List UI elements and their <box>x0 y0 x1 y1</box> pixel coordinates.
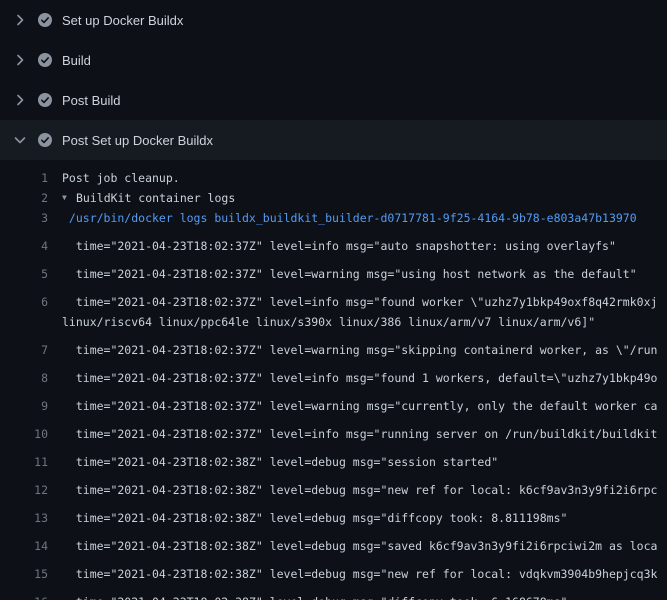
log-line: 3 ▼ /usr/bin/docker logs buildx_buildkit… <box>0 208 667 228</box>
step-title: Post Build <box>62 93 121 108</box>
check-circle-icon <box>37 92 53 108</box>
log-line: 6 ▼ time="2021-04-23T18:02:37Z" level=in… <box>0 284 667 312</box>
log-line: 7 ▼ time="2021-04-23T18:02:37Z" level=wa… <box>0 332 667 360</box>
step-section-header[interactable]: Post Build <box>0 80 667 120</box>
log-line: 14 ▼ time="2021-04-23T18:02:38Z" level=d… <box>0 528 667 556</box>
log-text: time="2021-04-23T18:02:37Z" level=info m… <box>62 424 667 444</box>
line-number[interactable]: 1 <box>0 168 48 188</box>
line-number[interactable]: 8 <box>0 368 48 388</box>
log-line: 10 ▼ time="2021-04-23T18:02:37Z" level=i… <box>0 416 667 444</box>
log-text: /usr/bin/docker logs buildx_buildkit_bui… <box>62 208 667 228</box>
line-number[interactable]: 6 <box>0 292 48 312</box>
log-text: time="2021-04-23T18:02:38Z" level=debug … <box>62 508 667 528</box>
log-text: time="2021-04-23T18:02:37Z" level=info m… <box>62 292 667 312</box>
line-number[interactable]: 2 <box>0 188 48 208</box>
step-list: Set up Docker Buildx Build <box>0 0 667 160</box>
log-text: time="2021-04-23T18:02:37Z" level=info m… <box>62 236 667 256</box>
log-container[interactable]: 1 ▼ Post job cleanup. 2 ▼ BuildKit conta… <box>0 160 667 600</box>
line-number[interactable] <box>0 312 48 332</box>
line-number[interactable]: 11 <box>0 452 48 472</box>
log-line: 12 ▼ time="2021-04-23T18:02:38Z" level=d… <box>0 472 667 500</box>
log-line: 13 ▼ time="2021-04-23T18:02:38Z" level=d… <box>0 500 667 528</box>
disclosure-triangle-icon[interactable]: ▼ <box>62 188 76 208</box>
log-text: time="2021-04-23T18:02:38Z" level=debug … <box>62 592 667 600</box>
log-line: 2 ▼ BuildKit container logs <box>0 188 667 208</box>
chevron-icon[interactable] <box>12 132 28 148</box>
step-title: Build <box>62 53 91 68</box>
log-line: 4 ▼ time="2021-04-23T18:02:37Z" level=in… <box>0 228 667 256</box>
log-line: 8 ▼ time="2021-04-23T18:02:37Z" level=in… <box>0 360 667 388</box>
step-section-header[interactable]: Set up Docker Buildx <box>0 0 667 40</box>
log-text: time="2021-04-23T18:02:38Z" level=debug … <box>62 480 667 500</box>
check-circle-icon <box>37 132 53 148</box>
log-text: time="2021-04-23T18:02:38Z" level=debug … <box>62 536 667 556</box>
log-line: 9 ▼ time="2021-04-23T18:02:37Z" level=wa… <box>0 388 667 416</box>
log-text: time="2021-04-23T18:02:38Z" level=debug … <box>62 452 667 472</box>
line-number[interactable]: 12 <box>0 480 48 500</box>
line-number[interactable]: 13 <box>0 508 48 528</box>
log-line: 1 ▼ Post job cleanup. <box>0 168 667 188</box>
log-text: linux/riscv64 linux/ppc64le linux/s390x … <box>62 312 667 332</box>
line-number[interactable]: 3 <box>0 208 48 228</box>
check-circle-icon <box>37 52 53 68</box>
log-line: 16 ▼ time="2021-04-23T18:02:38Z" level=d… <box>0 584 667 600</box>
actions-log-viewer: Set up Docker Buildx Build <box>0 0 667 600</box>
chevron-icon[interactable] <box>12 12 28 28</box>
line-number[interactable]: 9 <box>0 396 48 416</box>
line-number[interactable]: 15 <box>0 564 48 584</box>
step-section-header[interactable]: Build <box>0 40 667 80</box>
step-title: Set up Docker Buildx <box>62 13 183 28</box>
line-number[interactable]: 14 <box>0 536 48 556</box>
line-number[interactable]: 4 <box>0 236 48 256</box>
log-text: time="2021-04-23T18:02:37Z" level=warnin… <box>62 340 667 360</box>
log-text: time="2021-04-23T18:02:37Z" level=warnin… <box>62 264 667 284</box>
log-line: 15 ▼ time="2021-04-23T18:02:38Z" level=d… <box>0 556 667 584</box>
line-number[interactable]: 10 <box>0 424 48 444</box>
log-text: time="2021-04-23T18:02:38Z" level=debug … <box>62 564 667 584</box>
log-text: time="2021-04-23T18:02:37Z" level=warnin… <box>62 396 667 416</box>
log-text: time="2021-04-23T18:02:37Z" level=info m… <box>62 368 667 388</box>
chevron-icon[interactable] <box>12 52 28 68</box>
log-text: Post job cleanup. <box>62 168 667 188</box>
line-number[interactable]: 16 <box>0 592 48 600</box>
check-circle-icon <box>37 12 53 28</box>
log-line: 5 ▼ time="2021-04-23T18:02:37Z" level=wa… <box>0 256 667 284</box>
log-text: BuildKit container logs <box>76 188 667 208</box>
line-number[interactable]: 7 <box>0 340 48 360</box>
chevron-icon[interactable] <box>12 92 28 108</box>
step-title: Post Set up Docker Buildx <box>62 133 213 148</box>
log-line: ▼ linux/riscv64 linux/ppc64le linux/s390… <box>0 312 667 332</box>
line-number[interactable]: 5 <box>0 264 48 284</box>
log-line: 11 ▼ time="2021-04-23T18:02:38Z" level=d… <box>0 444 667 472</box>
step-section-header[interactable]: Post Set up Docker Buildx <box>0 120 667 160</box>
